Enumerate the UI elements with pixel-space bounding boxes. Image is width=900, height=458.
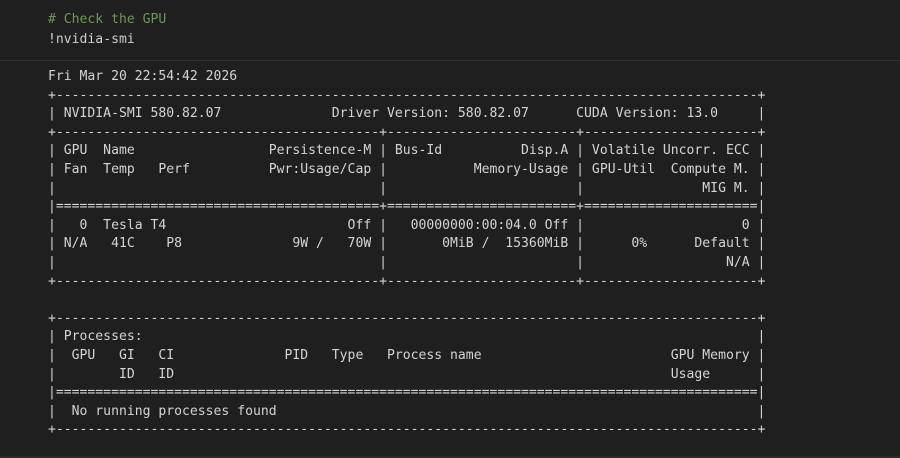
notebook-cell: # Check the GPU !nvidia-smi Fri Mar 20 2…	[0, 0, 900, 458]
code-editor[interactable]: # Check the GPU !nvidia-smi	[0, 0, 900, 56]
code-command-line: !nvidia-smi	[48, 31, 135, 49]
code-comment-line: # Check the GPU	[48, 12, 167, 27]
nvidia-smi-output: Fri Mar 20 22:54:42 2026 +--------------…	[48, 69, 766, 438]
shell-command: nvidia-smi	[55, 32, 135, 47]
cell-output: Fri Mar 20 22:54:42 2026 +--------------…	[0, 61, 900, 458]
shell-bang: !	[48, 32, 56, 47]
